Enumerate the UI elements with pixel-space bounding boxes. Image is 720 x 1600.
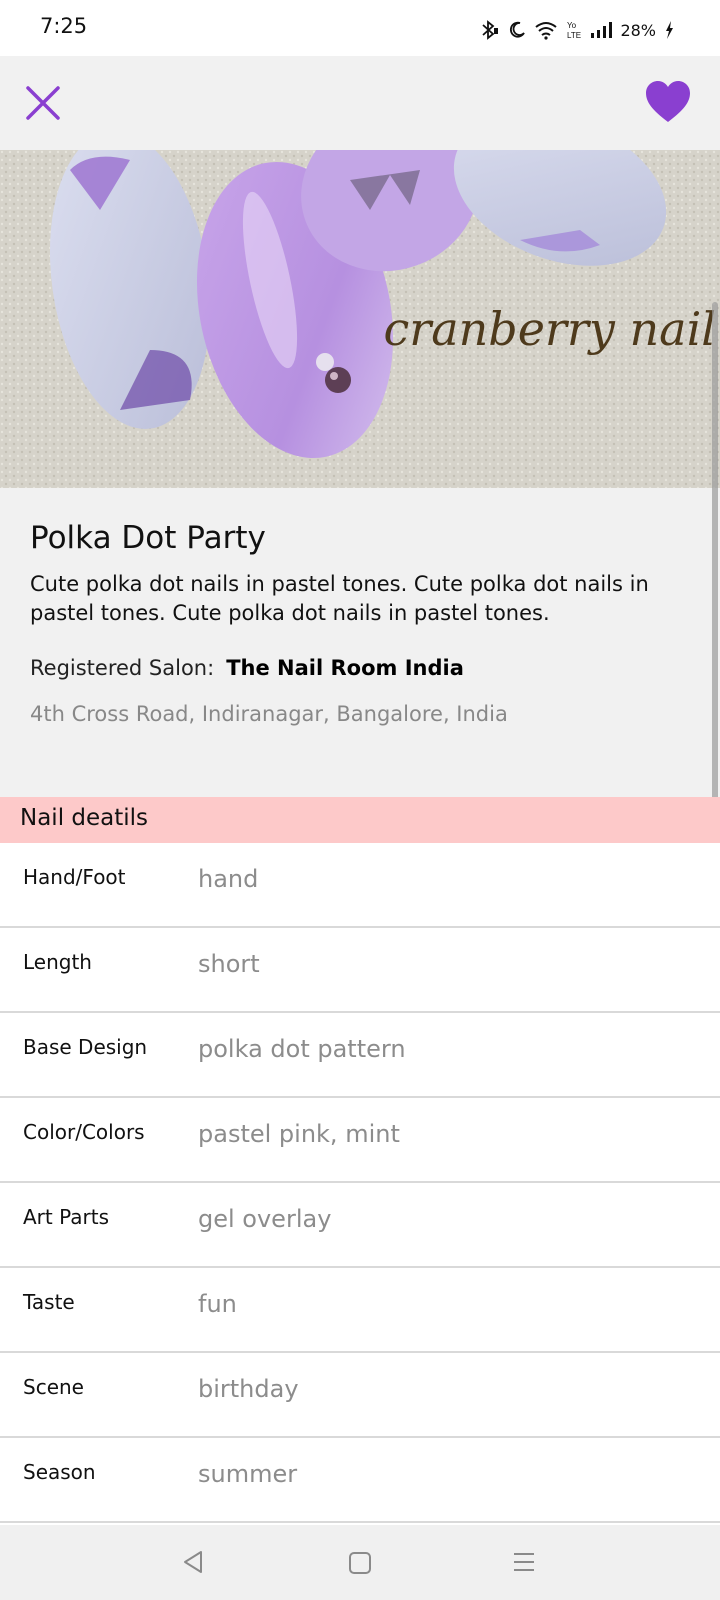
svg-text:LTE: LTE xyxy=(567,31,581,40)
detail-value: pastel pink, mint xyxy=(198,1120,400,1148)
design-description: Cute polka dot nails in pastel tones. Cu… xyxy=(30,572,649,625)
detail-row: Scene birthday xyxy=(0,1353,720,1438)
detail-row: Taste fun xyxy=(0,1268,720,1353)
details-list: Hand/Foot hand Length short Base Design … xyxy=(0,843,720,1525)
charging-icon xyxy=(666,21,673,39)
bluetooth-icon xyxy=(482,20,499,40)
detail-label: Season xyxy=(23,1460,96,1484)
detail-label: Length xyxy=(23,950,92,974)
status-icons: Yo LTE 28% xyxy=(478,16,674,44)
detail-value: summer xyxy=(198,1460,298,1488)
volte-icon: Yo LTE xyxy=(567,21,581,40)
close-button[interactable] xyxy=(22,82,64,124)
detail-row: Base Design polka dot pattern xyxy=(0,1013,720,1098)
detail-label: Taste xyxy=(23,1290,75,1314)
design-title: Polka Dot Party xyxy=(30,520,266,556)
salon-name[interactable]: The Nail Room India xyxy=(226,656,464,680)
image-watermark: cranberry nail xyxy=(383,302,716,356)
detail-row: Length short xyxy=(0,928,720,1013)
detail-label: Scene xyxy=(23,1375,84,1399)
home-icon[interactable] xyxy=(348,1551,372,1575)
detail-row: Hand/Foot hand xyxy=(0,843,720,928)
detail-value: hand xyxy=(198,865,259,893)
heart-icon xyxy=(646,81,690,122)
salon-address: 4th Cross Road, Indiranagar, Bangalore, … xyxy=(30,702,508,726)
salon-row: Registered Salon: The Nail Room India xyxy=(30,656,690,680)
favorite-button[interactable] xyxy=(644,80,692,124)
top-app-bar xyxy=(0,56,720,150)
detail-row: Art Parts gel overlay xyxy=(0,1183,720,1268)
svg-text:Yo: Yo xyxy=(567,21,577,30)
detail-row: Season summer xyxy=(0,1438,720,1523)
details-section-title: Nail deatils xyxy=(20,805,149,831)
design-info: Polka Dot Party Cute polka dot nails in … xyxy=(30,520,690,726)
signal-icon xyxy=(591,22,613,38)
menu-icon[interactable] xyxy=(512,1551,536,1573)
back-icon[interactable] xyxy=(180,1549,206,1575)
detail-label: Hand/Foot xyxy=(23,865,126,889)
nail-design-image: cranberry nail xyxy=(0,150,720,488)
detail-row: Color/Colors pastel pink, mint xyxy=(0,1098,720,1183)
salon-label: Registered Salon: xyxy=(30,656,215,680)
detail-label: Base Design xyxy=(23,1035,148,1059)
close-icon xyxy=(26,86,60,120)
detail-label: Color/Colors xyxy=(23,1120,145,1144)
detail-value: gel overlay xyxy=(198,1205,332,1233)
system-nav-bar xyxy=(0,1525,720,1600)
do-not-disturb-moon-icon xyxy=(510,21,526,38)
detail-value: short xyxy=(198,950,260,978)
detail-value: fun xyxy=(198,1290,237,1318)
detail-value: polka dot pattern xyxy=(198,1035,406,1063)
details-section-header: Nail deatils xyxy=(0,797,720,843)
status-bar: 7:25 Yo LTE 28% xyxy=(0,0,720,56)
wifi-icon xyxy=(535,22,558,40)
status-time: 7:25 xyxy=(40,14,88,38)
detail-label: Art Parts xyxy=(23,1205,110,1229)
battery-percent: 28% xyxy=(620,20,656,40)
detail-value: birthday xyxy=(198,1375,299,1403)
